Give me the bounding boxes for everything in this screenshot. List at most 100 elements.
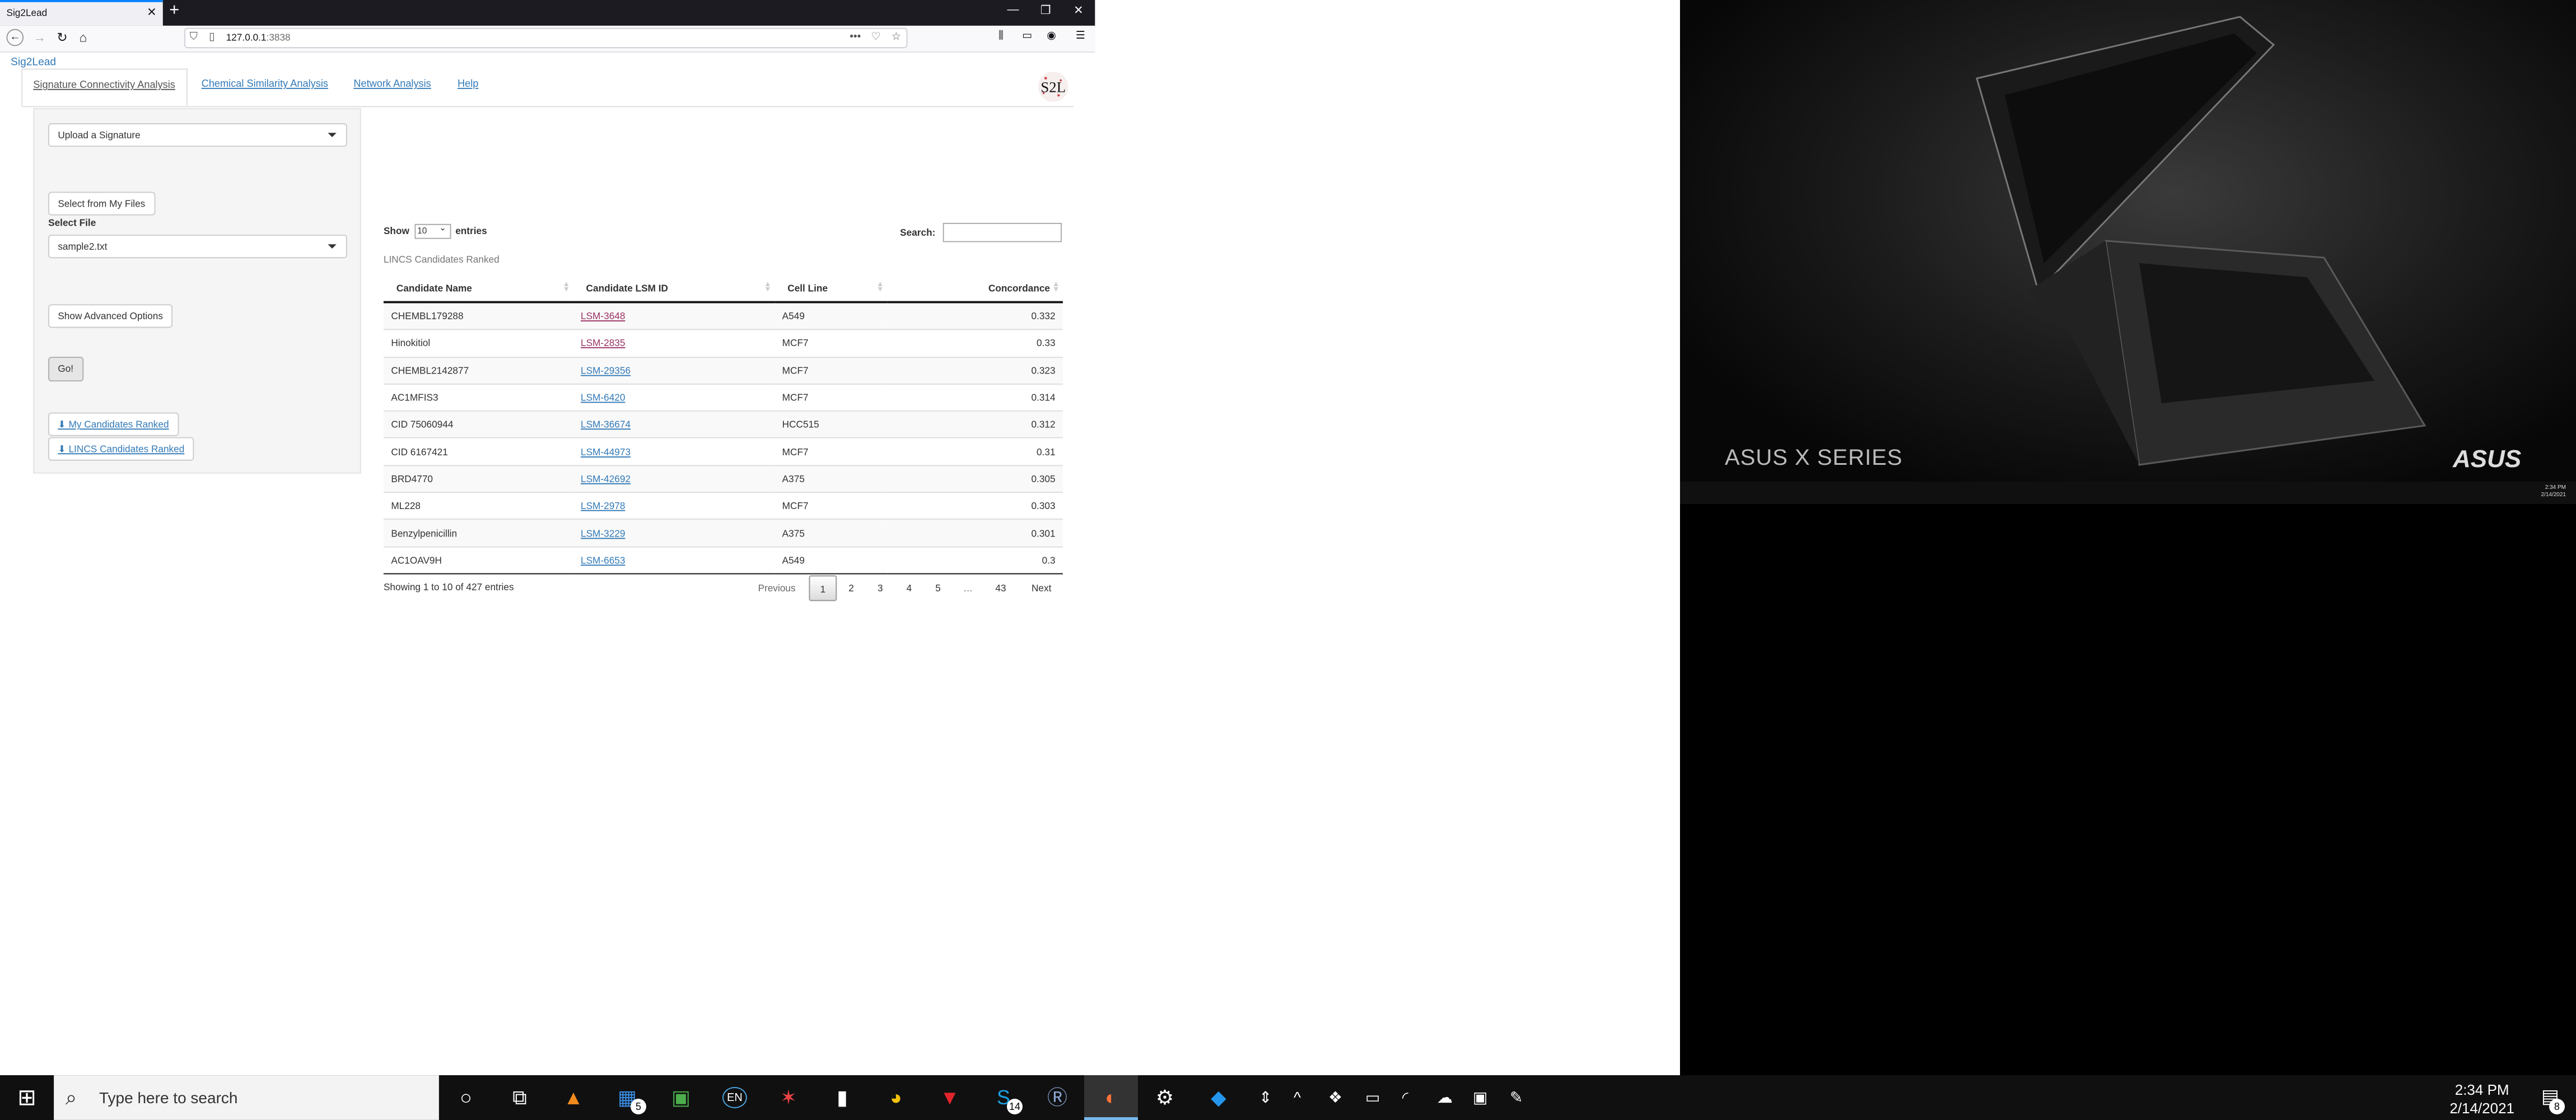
show-hidden-icons-icon[interactable]: ^ bbox=[1294, 1075, 1301, 1120]
tab-help[interactable]: Help bbox=[447, 68, 489, 106]
account-icon[interactable]: ◉ bbox=[1047, 30, 1056, 42]
column-header-candidate-name[interactable]: Candidate Name ▲ ▼ bbox=[383, 274, 573, 304]
concordance-cell: 0.314 bbox=[887, 384, 1063, 412]
network-app-icon[interactable]: ✶ bbox=[762, 1075, 815, 1120]
calendar-icon[interactable]: ▦ 5 bbox=[600, 1075, 654, 1120]
table-caption: LINCS Candidates Ranked bbox=[383, 254, 500, 265]
lsm-id-link[interactable]: LSM-3229 bbox=[581, 528, 625, 538]
secondary-clock: 2:34 PM 2/14/2021 bbox=[2541, 484, 2566, 498]
tab-network-analysis[interactable]: Network Analysis bbox=[343, 68, 442, 106]
display-icon[interactable]: ▣ bbox=[1473, 1075, 1487, 1120]
sort-icon: ▲ ▼ bbox=[562, 281, 570, 294]
lsm-id-link[interactable]: LSM-2978 bbox=[581, 501, 625, 511]
sidebar-icon[interactable]: ▭ bbox=[1022, 30, 1032, 42]
lsm-id-link[interactable]: LSM-6653 bbox=[581, 555, 625, 566]
forward-arrow-icon[interactable]: → bbox=[33, 30, 46, 45]
page-button[interactable]: 2 bbox=[839, 575, 864, 601]
file-icon[interactable]: ▮ bbox=[815, 1075, 869, 1120]
taskbar-clock[interactable]: 2:34 PM 2/14/2021 bbox=[2449, 1081, 2514, 1118]
next-page-button[interactable]: Next bbox=[1023, 575, 1060, 601]
concordance-cell: 0.305 bbox=[887, 465, 1063, 493]
minimize-icon[interactable]: — bbox=[1007, 3, 1019, 16]
secondary-taskbar: 2:34 PM 2/14/2021 bbox=[1680, 482, 2576, 504]
app-brand[interactable]: Sig2Lead bbox=[11, 57, 56, 68]
matlab-icon[interactable]: ▲ bbox=[547, 1075, 600, 1120]
close-window-icon[interactable]: ✕ bbox=[1074, 3, 1084, 17]
table-row: ML228 LSM-2978 MCF7 0.303 bbox=[383, 492, 1063, 520]
url-bar[interactable]: ⛉ ▯ 127.0.0.1:3838 ••• ♡ ☆ bbox=[184, 27, 908, 49]
lsm-id-link[interactable]: LSM-6420 bbox=[581, 392, 625, 403]
desktop-background: ASUS X SERIES ASUS 2:34 PM 2/14/2021 bbox=[1680, 0, 2576, 1075]
select-file-label: Select File bbox=[48, 217, 96, 228]
lsm-id-cell: LSM-2978 bbox=[573, 492, 775, 520]
firefox-icon[interactable]: ◐ bbox=[1084, 1075, 1138, 1120]
lsm-id-link[interactable]: LSM-2835 bbox=[581, 338, 625, 349]
search-input[interactable] bbox=[942, 222, 1062, 242]
tab-signature-connectivity[interactable]: Signature Connectivity Analysis bbox=[21, 68, 187, 106]
chrome-icon[interactable]: ◕ bbox=[869, 1075, 923, 1120]
more-options-icon[interactable]: ••• bbox=[850, 31, 861, 43]
file-select-value: sample2.txt bbox=[58, 241, 108, 252]
cortana-icon[interactable]: ○ bbox=[439, 1075, 493, 1120]
column-header-cell-line[interactable]: Cell Line ▲ ▼ bbox=[774, 274, 888, 304]
menu-icon[interactable]: ☰ bbox=[1076, 30, 1085, 42]
previous-page-button[interactable]: Previous bbox=[747, 575, 807, 601]
library-icon[interactable]: ⫼ bbox=[998, 30, 1004, 42]
page-button[interactable]: 3 bbox=[868, 575, 893, 601]
cell-line-cell: HCC515 bbox=[774, 411, 888, 439]
column-header-concordance[interactable]: Concordance ▲ ▼ bbox=[887, 274, 1063, 304]
candidate-name-cell: AC1OAV9H bbox=[383, 547, 573, 575]
concordance-cell: 0.33 bbox=[887, 329, 1063, 358]
advanced-options-button[interactable]: Show Advanced Options bbox=[48, 304, 173, 328]
docker-icon[interactable]: ◆ bbox=[1192, 1075, 1245, 1120]
r-icon[interactable]: Ⓡ bbox=[1030, 1075, 1084, 1120]
taskbar-search-box[interactable]: ⌕ Type here to search bbox=[54, 1075, 439, 1120]
page-button[interactable]: 1 bbox=[809, 575, 837, 601]
close-tab-icon[interactable]: ✕ bbox=[147, 6, 157, 20]
windows-start-icon[interactable]: ⊞ bbox=[0, 1075, 54, 1120]
task-view-icon[interactable]: ⧉ bbox=[493, 1075, 547, 1120]
signature-select[interactable]: Upload a Signature bbox=[48, 123, 347, 147]
lsm-id-link[interactable]: LSM-42692 bbox=[581, 474, 631, 484]
lsm-id-link[interactable]: LSM-36674 bbox=[581, 419, 631, 430]
settings-icon[interactable]: ⚙ bbox=[1138, 1075, 1192, 1120]
lsm-id-link[interactable]: LSM-29356 bbox=[581, 365, 631, 376]
restore-icon[interactable]: ❐ bbox=[1040, 3, 1051, 17]
show-label: Show bbox=[383, 225, 409, 236]
dropbox-icon[interactable]: ❖ bbox=[1328, 1075, 1342, 1120]
reload-icon[interactable]: ↻ bbox=[57, 30, 67, 45]
file-select[interactable]: sample2.txt bbox=[48, 235, 347, 259]
download-lincs-candidates-button[interactable]: ⬇ LINCS Candidates Ranked bbox=[48, 437, 194, 461]
language-icon[interactable]: EN bbox=[708, 1075, 762, 1120]
page-length-select[interactable]: 10 bbox=[414, 222, 451, 239]
browser-tab[interactable]: Sig2Lead ✕ bbox=[0, 0, 163, 26]
bookmark-star-icon[interactable]: ☆ bbox=[892, 31, 901, 43]
download-my-candidates-button[interactable]: ⬇ My Candidates Ranked bbox=[48, 412, 179, 436]
cell-line-cell: MCF7 bbox=[774, 384, 888, 412]
go-button[interactable]: Go! bbox=[48, 357, 83, 382]
back-arrow-icon[interactable]: ← bbox=[6, 29, 24, 46]
scroll-arrows-icon[interactable]: ⇕ bbox=[1259, 1075, 1272, 1120]
page-button[interactable]: 43 bbox=[987, 575, 1015, 601]
select-files-button[interactable]: Select from My Files bbox=[48, 192, 155, 216]
lsm-id-link[interactable]: LSM-44973 bbox=[581, 446, 631, 457]
lsm-id-link[interactable]: LSM-3648 bbox=[581, 311, 625, 321]
home-icon[interactable]: ⌂ bbox=[80, 30, 87, 45]
onedrive-icon[interactable]: ☁ bbox=[1437, 1075, 1453, 1120]
pen-icon[interactable]: ✎ bbox=[1510, 1075, 1523, 1120]
pocket-icon[interactable]: ♡ bbox=[871, 31, 880, 43]
acrobat-icon[interactable]: ▼ bbox=[923, 1075, 977, 1120]
shield-icon[interactable]: ⛉ bbox=[190, 31, 198, 43]
candidate-name-cell: CHEMBL179288 bbox=[383, 302, 573, 330]
wifi-icon[interactable]: ◜ bbox=[1402, 1075, 1408, 1120]
column-header-lsm-id[interactable]: Candidate LSM ID ▲ ▼ bbox=[573, 274, 775, 304]
skype-icon[interactable]: S 14 bbox=[977, 1075, 1030, 1120]
page-button[interactable]: 4 bbox=[897, 575, 921, 601]
notification-center-icon[interactable]: ▤ 8 bbox=[2541, 1085, 2565, 1114]
new-tab-button[interactable]: + bbox=[169, 1, 179, 20]
tab-chemical-similarity[interactable]: Chemical Similarity Analysis bbox=[191, 68, 339, 106]
battery-icon[interactable]: ▭ bbox=[1365, 1075, 1380, 1120]
page-button[interactable]: 5 bbox=[926, 575, 950, 601]
photos-icon[interactable]: ▣ bbox=[654, 1075, 708, 1120]
page-info-icon[interactable]: ▯ bbox=[209, 31, 215, 43]
